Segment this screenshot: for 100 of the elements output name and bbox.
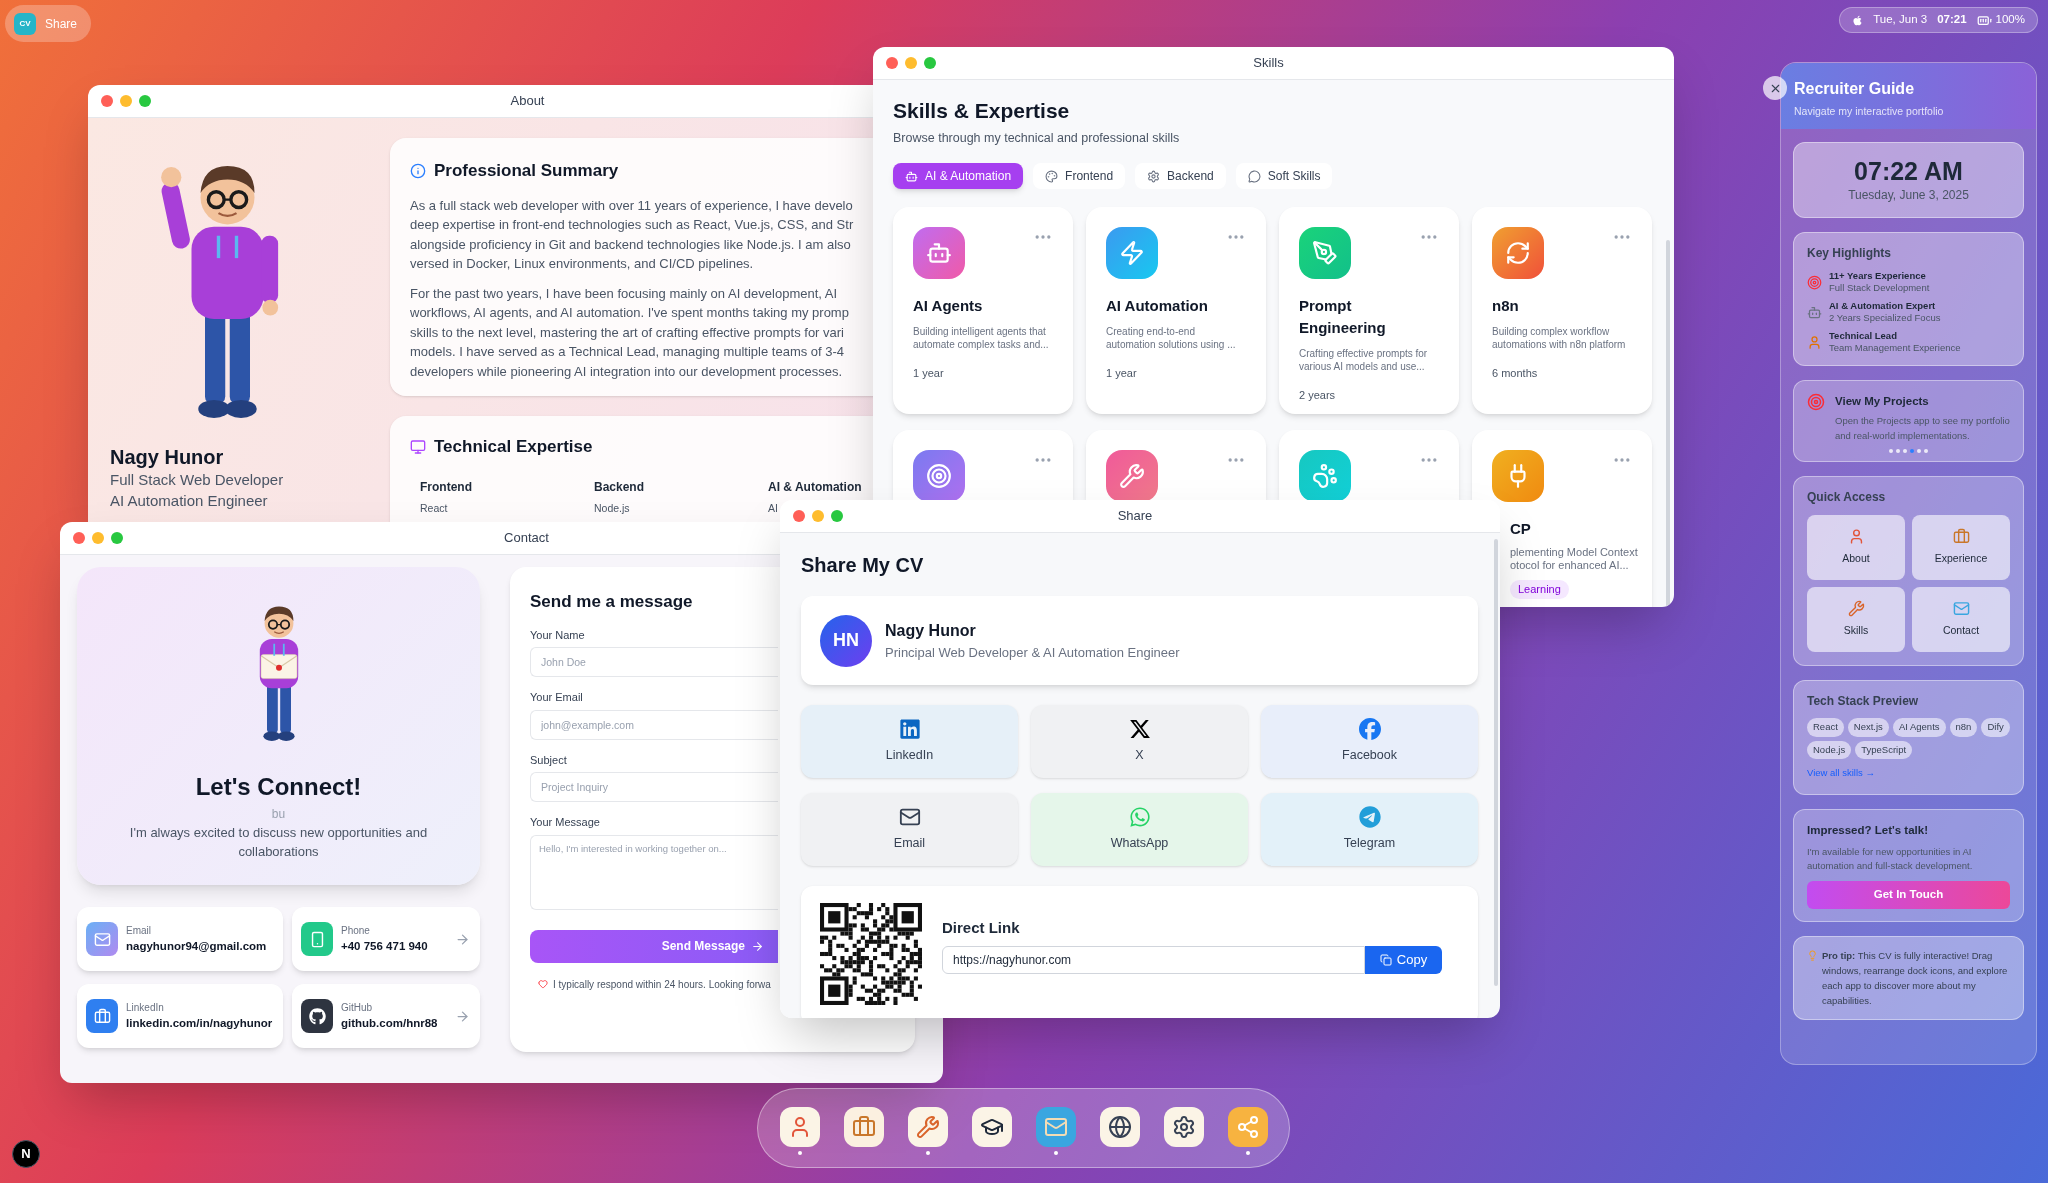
contact-label: LinkedIn	[126, 1000, 164, 1015]
apple-icon	[1852, 14, 1864, 26]
tip-text: Pro tip: This CV is fully interactive! Drag windows, rearrange dock icons, and explore each app to discover more about my capabilities.	[1822, 949, 2009, 1008]
skill-card[interactable]	[893, 430, 1073, 500]
lightning-icon	[1106, 227, 1158, 279]
dock-app-icon[interactable]	[1099, 1107, 1140, 1147]
dev-tools-button[interactable]: N	[12, 1140, 40, 1168]
contact-card[interactable]: GitHub github.com/hnr88	[292, 984, 480, 1048]
window-title: Share	[1117, 507, 1153, 526]
info-icon	[410, 162, 426, 179]
projects-text: Open the Projects app to see my portfolio and real-world implementations.	[1835, 414, 2010, 444]
send-message-button[interactable]: Send Message	[530, 929, 778, 963]
input-field[interactable]: Project Inquiry	[530, 772, 778, 802]
quick-access-tile[interactable]: Experience	[1912, 515, 2010, 581]
quick-access-tile[interactable]: Skills	[1807, 587, 1905, 653]
highlight-detail: Full Stack Development	[1829, 282, 1930, 294]
telegram-icon	[1358, 806, 1381, 829]
input-field[interactable]: John Doe	[530, 647, 778, 677]
copy-button[interactable]: Copy	[1365, 945, 1442, 974]
person-icon	[1807, 334, 1822, 350]
minimize-button[interactable]	[812, 510, 824, 522]
card-heading: Impressed? Let's talk!	[1807, 822, 1929, 838]
avatar: HN	[820, 614, 872, 667]
minimize-button[interactable]	[905, 57, 917, 69]
category-tab[interactable]: AI & Automation	[893, 163, 1024, 189]
maximize-button[interactable]	[831, 510, 843, 522]
maximize-button[interactable]	[139, 95, 151, 107]
briefcase-icon	[1952, 528, 1970, 546]
skill-title: AI Automation	[1106, 296, 1209, 316]
briefcase-icon	[851, 1115, 876, 1139]
contact-value: github.com/hnr88	[341, 1015, 438, 1031]
input-field[interactable]: john@example.com	[530, 709, 778, 740]
form-heading: Send me a message	[530, 591, 694, 613]
dock-app-icon[interactable]	[971, 1107, 1012, 1147]
quick-access-tile[interactable]: About	[1807, 515, 1905, 581]
card-heading: Tech Stack Preview	[1807, 693, 1920, 711]
maximize-button[interactable]	[111, 532, 123, 544]
highlight-detail: Team Management Experience	[1829, 342, 1961, 354]
lightbulb-icon	[1807, 950, 1818, 961]
direct-link-heading: Direct Link	[942, 918, 1020, 938]
skill-item: Node.js	[594, 500, 630, 516]
minimize-button[interactable]	[120, 95, 132, 107]
window-title: Skills	[1253, 54, 1284, 73]
message-field[interactable]: Hello, I'm interested in working together on...	[530, 834, 778, 910]
skill-card[interactable]	[1279, 430, 1459, 500]
contact-card[interactable]: Email nagyhunor94@gmail.com	[77, 907, 283, 971]
monitor-icon	[410, 438, 426, 455]
summary-paragraph: As a full stack web developer with over 11 years of experience, I have develo deep expertise in front-end technologies such as React, Vue.js, CSS, and Str alongside proficiency in Git and backend technologies like Node.js. I am also versed in Docker, Linux environments, and CI/CD pipelines.	[410, 196, 854, 273]
tech-chip: Node.js	[1807, 740, 1852, 759]
skill-card[interactable]: n8n Building complex workflow automations with n8n platform 6 months	[1472, 207, 1652, 414]
get-in-touch-button[interactable]: Get In Touch	[1807, 881, 2010, 909]
dock-app-icon[interactable]	[1163, 1107, 1204, 1147]
envelope-icon	[1952, 600, 1970, 618]
share-icon	[1235, 1115, 1260, 1139]
intro-text: I'm always excited to discuss new opportunities and collaborations	[128, 824, 429, 861]
card-heading: Quick Access	[1807, 489, 1887, 507]
skill-item: AI	[768, 500, 778, 516]
window-title: About	[510, 92, 545, 111]
skill-title: CP	[1510, 519, 1531, 539]
contact-value: nagyhunor94@gmail.com	[126, 938, 267, 954]
heart-icon	[538, 979, 548, 989]
skill-description: Crafting effective prompts for various AI models and use...	[1299, 347, 1429, 373]
share-button[interactable]: X	[1031, 705, 1248, 778]
profile-name: Nagy Hunor	[885, 620, 976, 641]
minimize-button[interactable]	[92, 532, 104, 544]
category-tab[interactable]: Frontend	[1033, 163, 1126, 189]
app-icon: CV	[14, 12, 36, 35]
share-button[interactable]: LinkedIn	[801, 705, 1018, 778]
highlight-title: AI & Automation Expert	[1829, 300, 1936, 312]
category-tab[interactable]: Soft Skills	[1235, 163, 1333, 189]
field-label: Your Message	[530, 815, 600, 830]
skill-card[interactable]	[1086, 430, 1266, 500]
phone-icon	[301, 922, 333, 956]
skill-card[interactable]: AI Agents Building intelligent agents that automate complex tasks and... 1 year	[893, 207, 1073, 414]
response-note: I typically respond within 24 hours. Looking forwa	[553, 977, 771, 992]
pen-icon	[1299, 227, 1351, 279]
share-button[interactable]: WhatsApp	[1031, 793, 1248, 866]
category-tab[interactable]: Backend	[1135, 163, 1226, 189]
close-button[interactable]	[1763, 76, 1787, 100]
share-button[interactable]: Facebook	[1261, 705, 1478, 778]
chat-icon	[1247, 169, 1261, 183]
tools-icon	[1847, 600, 1865, 618]
copy-icon	[1379, 953, 1392, 966]
url-field[interactable]: https://nagyhunor.com	[942, 945, 1365, 974]
window-title: Contact	[504, 529, 549, 548]
maximize-button[interactable]	[924, 57, 936, 69]
share-button[interactable]: Email	[801, 793, 1018, 866]
skill-card[interactable]: CP plementing Model Context otocol for enhanced AI... Learning	[1472, 430, 1652, 607]
contact-card[interactable]: Phone +40 756 471 940	[292, 907, 480, 971]
column-heading: AI & Automation	[768, 478, 862, 496]
contact-card[interactable]: LinkedIn linkedin.com/in/nagyhunor	[77, 984, 283, 1048]
share-button[interactable]: Telegram	[1261, 793, 1478, 866]
quick-access-tile[interactable]: Contact	[1912, 587, 2010, 653]
clock-date: Tuesday, June 3, 2025	[1848, 187, 1969, 204]
page-subtitle: Browse through my technical and professional skills	[893, 131, 1180, 145]
projects-card[interactable]: View My Projects Open the Projects app to see my portfolio and real-world implementations.	[1793, 380, 2024, 463]
skill-card[interactable]: AI Automation Creating end-to-end automation solutions using ... 1 year	[1086, 207, 1266, 414]
skill-card[interactable]: Prompt Engineering Crafting effective prompts for various AI models and use... 2 years	[1279, 207, 1459, 414]
panel-subtitle: Navigate my interactive portfolio	[1794, 104, 1944, 119]
facebook-icon	[1358, 718, 1381, 741]
